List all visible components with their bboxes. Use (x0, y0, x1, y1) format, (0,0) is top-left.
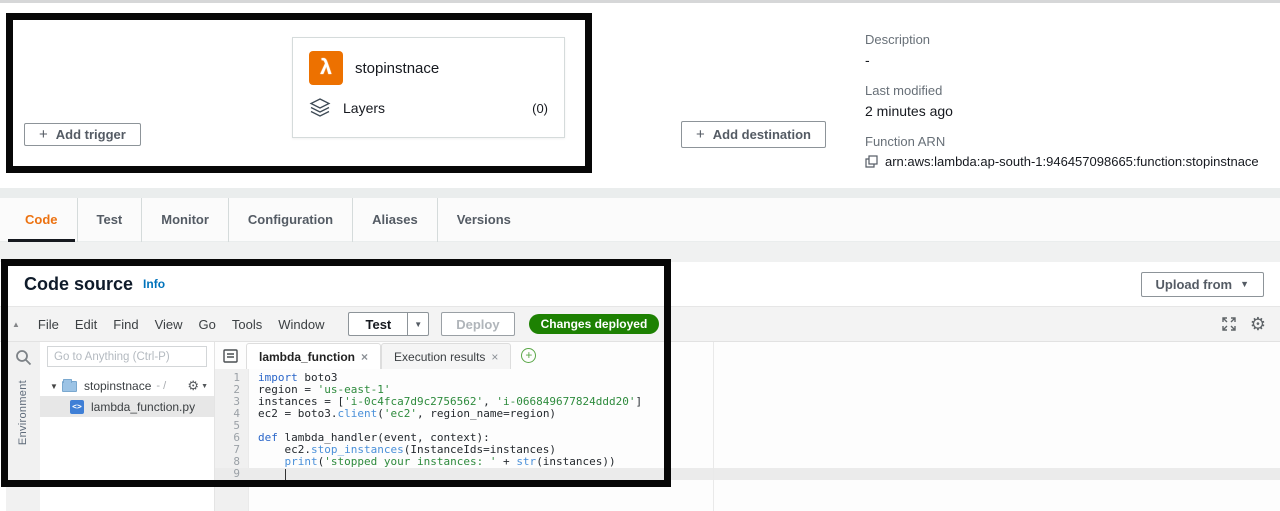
function-info-column: Description - Last modified 2 minutes ag… (865, 32, 1265, 184)
add-destination-label: Add destination (712, 127, 811, 142)
menu-view[interactable]: View (147, 317, 191, 332)
chevron-down-icon: ▼ (201, 382, 208, 390)
collapse-icon[interactable]: ▲ (12, 320, 20, 329)
test-split-button[interactable]: Test ▼ (348, 312, 430, 336)
goto-anything-input[interactable] (47, 346, 207, 367)
python-file-icon: <> (70, 399, 84, 414)
add-destination-button[interactable]: + Add destination (681, 121, 826, 148)
tab-test[interactable]: Test (76, 197, 142, 242)
chevron-down-icon: ▼ (1240, 279, 1249, 289)
code-line[interactable]: 9 (215, 468, 1280, 480)
function-name: stopinstnace (355, 59, 440, 77)
section-divider (0, 188, 1280, 198)
function-arn-value[interactable]: arn:aws:lambda:ap-south-1:946457098665:f… (885, 154, 1259, 169)
last-modified-value: 2 minutes ago (865, 103, 953, 119)
changes-deployed-badge: Changes deployed (528, 314, 660, 334)
add-tab-icon[interactable]: + (521, 348, 537, 363)
search-icon[interactable] (15, 349, 32, 366)
caret-down-icon[interactable]: ▼ (50, 382, 62, 391)
menu-edit[interactable]: Edit (67, 317, 105, 332)
folder-name: stopinstnace (84, 379, 152, 393)
code-line[interactable]: 8 print('stopped your instances: ' + str… (215, 456, 1280, 468)
menu-file[interactable]: File (30, 317, 67, 332)
editor-toolbar: ▲ File Edit Find View Go Tools Window Te… (0, 306, 1280, 342)
menu-find[interactable]: Find (105, 317, 146, 332)
folder-icon (62, 378, 77, 392)
section-divider (0, 242, 1280, 262)
menu-window[interactable]: Window (270, 317, 332, 332)
last-modified-label: Last modified (865, 83, 943, 98)
plus-icon: + (39, 126, 48, 143)
gear-icon[interactable]: ⚙ (1250, 315, 1266, 333)
editor-tab-label: Execution results (394, 349, 486, 364)
file-name: lambda_function.py (91, 399, 196, 414)
description-label: Description (865, 32, 931, 47)
close-icon[interactable]: × (491, 350, 498, 364)
environment-rail: Environment (6, 342, 40, 511)
layers-label: Layers (343, 100, 386, 116)
test-button-label[interactable]: Test (348, 312, 408, 336)
lambda-console-page: λ stopinstnace Layers (0) + Add trigger (0, 0, 1280, 511)
menu-tools[interactable]: Tools (224, 317, 270, 332)
add-trigger-label: Add trigger (55, 127, 126, 142)
code-editor: lambda_function × Execution results × + … (215, 342, 1280, 511)
function-tabs: Code Test Monitor Configuration Aliases … (0, 197, 1280, 242)
upload-from-button[interactable]: Upload from ▼ (1140, 271, 1264, 297)
tree-folder-row[interactable]: ▼ stopinstnace - / ⚙ ▼ (40, 376, 214, 396)
tab-code[interactable]: Code (6, 198, 77, 242)
editor-tab-label: lambda_function (259, 349, 356, 364)
copy-icon[interactable] (865, 155, 878, 168)
lambda-icon: λ (309, 51, 343, 85)
tree-settings-gear-icon[interactable]: ⚙ (187, 378, 199, 394)
menu-go[interactable]: Go (191, 317, 224, 332)
folder-suffix: - / (156, 380, 167, 392)
chevron-down-icon[interactable]: ▼ (407, 312, 430, 336)
code-line[interactable]: 4 ec2 = boto3.client('ec2', region_name=r… (215, 408, 1280, 420)
function-card[interactable]: λ stopinstnace Layers (0) (292, 37, 565, 138)
layers-icon (309, 98, 331, 118)
info-link[interactable]: Info (143, 277, 165, 291)
code-lines[interactable]: 1 import boto3 2 region = 'us-east-1' 3 insta… (215, 369, 1280, 511)
function-overview-section: λ stopinstnace Layers (0) + Add trigger (0, 3, 1280, 188)
editor-tab-strip: lambda_function × Execution results × + (215, 342, 1280, 369)
tab-configuration[interactable]: Configuration (227, 197, 352, 242)
description-value: - (865, 52, 870, 68)
editor-tab-execution-results[interactable]: Execution results × (381, 343, 512, 369)
environment-tab-label[interactable]: Environment (17, 380, 29, 445)
tree-file-row-selected[interactable]: <> lambda_function.py (40, 396, 214, 417)
deploy-button[interactable]: Deploy (441, 312, 515, 336)
layers-count: (0) (532, 100, 548, 116)
code-source-panel: Code source Info Upload from ▼ ▲ File Ed… (0, 262, 1280, 511)
code-source-title: Code source (24, 273, 134, 294)
fullscreen-icon[interactable] (1222, 317, 1236, 331)
plus-icon: + (696, 126, 705, 143)
layers-row[interactable]: Layers (0) (309, 98, 548, 118)
upload-from-label: Upload from (1155, 276, 1233, 292)
function-arn-label: Function ARN (865, 134, 946, 149)
tab-list-icon[interactable] (223, 348, 238, 363)
file-explorer-sidebar: ▼ stopinstnace - / ⚙ ▼ <> lambda_functio… (40, 342, 215, 511)
add-trigger-button[interactable]: + Add trigger (24, 123, 141, 146)
tab-versions[interactable]: Versions (436, 197, 530, 242)
tab-aliases[interactable]: Aliases (352, 197, 437, 242)
tab-monitor[interactable]: Monitor (141, 197, 228, 242)
editor-tab-lambda-function[interactable]: lambda_function × (246, 343, 382, 369)
close-icon[interactable]: × (361, 350, 368, 364)
